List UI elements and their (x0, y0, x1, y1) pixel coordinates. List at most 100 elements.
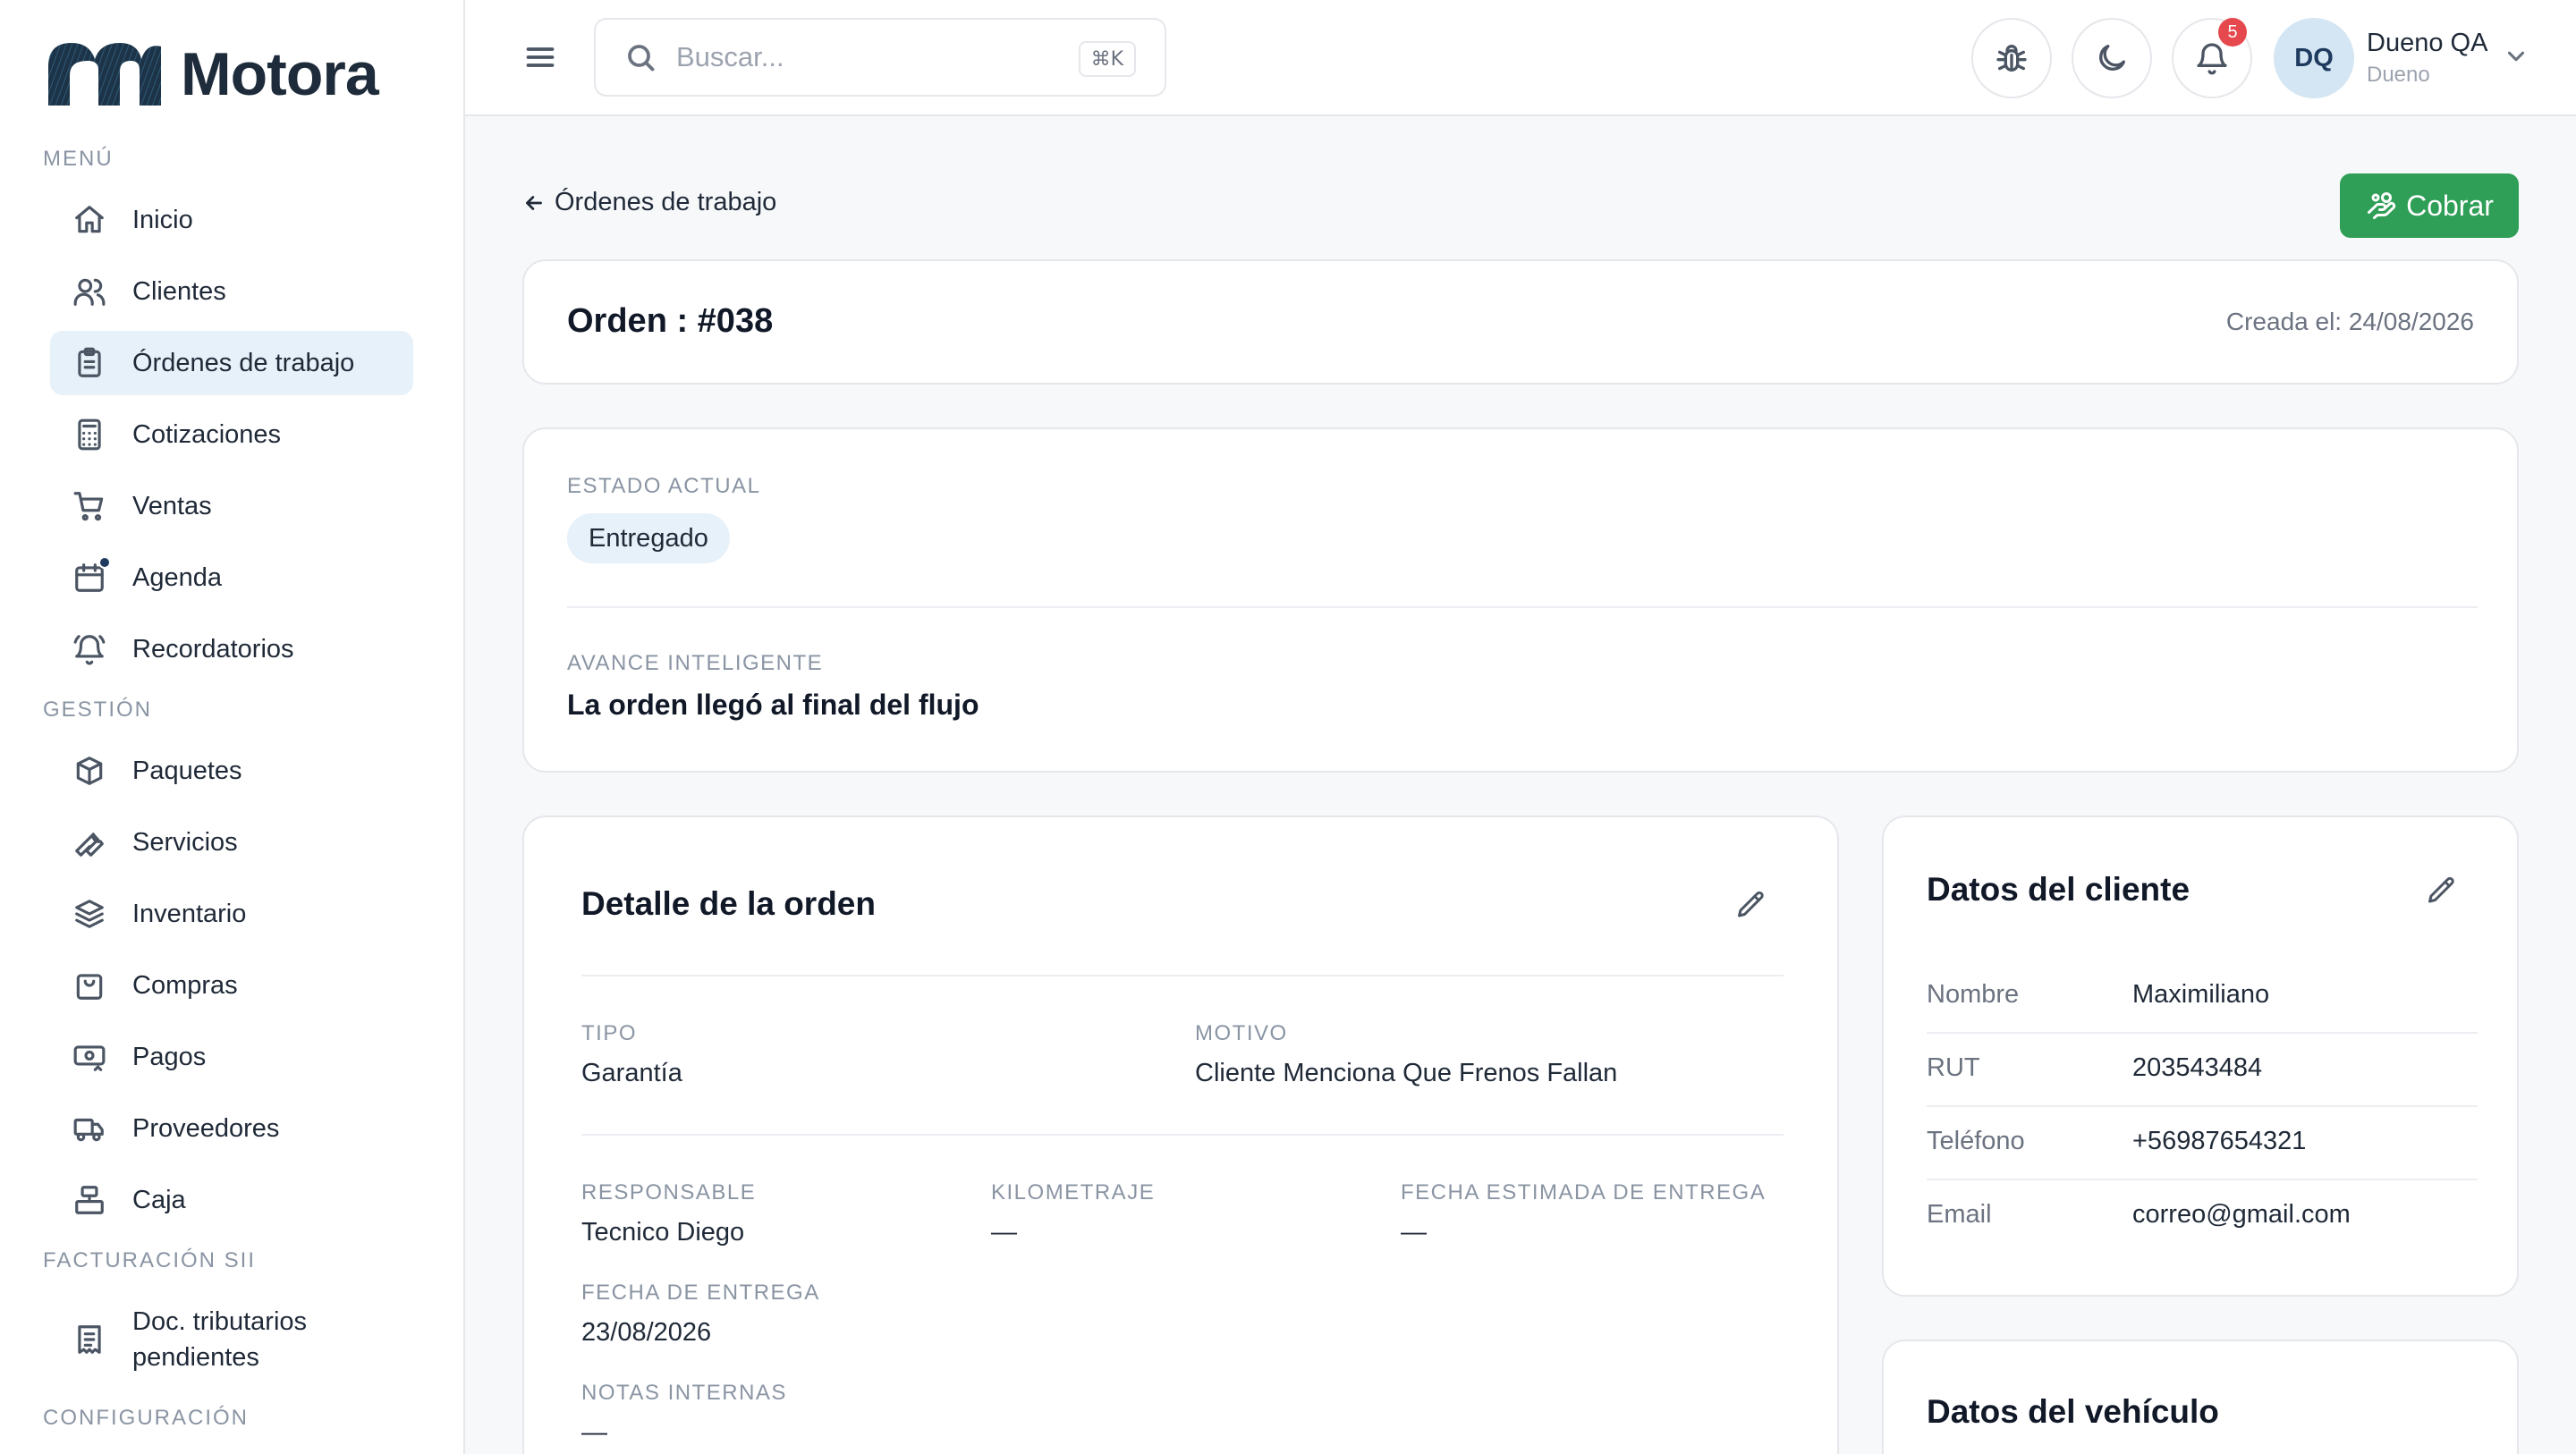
sidebar-item-inventario[interactable]: Inventario (50, 882, 413, 946)
sidebar-item-label: Compras (132, 971, 238, 1000)
boxes-icon (72, 896, 107, 932)
notifications-button[interactable]: 5 (2172, 18, 2252, 98)
edit-detail-button[interactable] (1735, 889, 1767, 921)
bell-ring-icon (72, 631, 107, 667)
responsable-label: RESPONSABLE (581, 1180, 757, 1205)
agenda-indicator-dot (98, 556, 111, 569)
shopping-bag-icon (72, 968, 107, 1003)
motora-logo-icon (48, 43, 161, 106)
arrow-left-icon (526, 195, 542, 210)
sidebar-item-label: Servicios (132, 828, 238, 857)
sidebar-item-label: Proveedores (132, 1114, 280, 1143)
theme-toggle-button[interactable] (2072, 18, 2152, 98)
vehicle-card-title: Datos del vehículo (1927, 1393, 2219, 1430)
menu-toggle-button[interactable] (524, 41, 556, 73)
tipo-label: TIPO (581, 1021, 638, 1045)
client-row-value: +56987654321 (2132, 1127, 2307, 1155)
sidebar-item-doc-tributarios[interactable]: Doc. tributarios pendientes (50, 1297, 413, 1382)
user-role: Dueno (2367, 63, 2430, 87)
sidebar-item-label: Caja (132, 1186, 186, 1214)
sidebar-item-label: Pagos (132, 1043, 207, 1071)
back-to-orders-link[interactable]: Órdenes de trabajo (522, 188, 776, 217)
order-title: Orden : #038 (567, 302, 774, 340)
notas-label: NOTAS INTERNAS (581, 1381, 787, 1405)
responsable-value: Tecnico Diego (581, 1218, 745, 1247)
bell-icon (2197, 43, 2227, 75)
chevron-down-icon (2507, 51, 2525, 62)
user-avatar[interactable]: DQ (2274, 18, 2354, 98)
sidebar-item-label: Doc. tributarios pendientes (132, 1307, 308, 1372)
hand-coins-icon (2368, 192, 2396, 219)
client-data-card: Datos del cliente Nombre Maximiliano RUT… (1882, 816, 2519, 1297)
client-row-value: Maximiliano (2132, 980, 2270, 1009)
detail-card-title: Detalle de la orden (581, 885, 876, 922)
detail-divider-top (581, 975, 1784, 976)
user-menu-toggle[interactable] (2503, 43, 2529, 70)
client-row-value: correo@gmail.com (2132, 1200, 2351, 1229)
order-header-card: Orden : #038 Creada el: 24/08/2026 (522, 259, 2519, 385)
user-name[interactable]: Dueno QA (2367, 29, 2487, 58)
sidebar-item-proveedores[interactable]: Proveedores (50, 1096, 413, 1161)
sidebar-item-caja[interactable]: Caja (50, 1168, 413, 1232)
client-row-label: RUT (1927, 1053, 1980, 1082)
client-row-value: 203543484 (2132, 1053, 2263, 1082)
calendar-icon (72, 556, 111, 596)
client-row-label: Email (1927, 1200, 1992, 1229)
sidebar-item-ventas[interactable]: Ventas (50, 474, 413, 538)
client-row-divider (1927, 1179, 2478, 1180)
truck-icon (72, 1111, 107, 1146)
sidebar-item-paquetes[interactable]: Paquetes (50, 739, 413, 803)
client-row-label: Teléfono (1927, 1127, 2025, 1155)
motivo-label: MOTIVO (1195, 1021, 1288, 1045)
package-icon (72, 753, 107, 789)
brand-logo[interactable]: Motora (45, 39, 379, 109)
fecha-entrega-value: 23/08/2026 (581, 1318, 712, 1347)
status-badge: Entregado (567, 513, 730, 563)
pencil-icon (1738, 891, 1764, 917)
sidebar-item-label: Clientes (132, 277, 226, 306)
client-row-label: Nombre (1927, 980, 2020, 1009)
wrench-icon (72, 824, 107, 860)
bug-report-button[interactable] (1971, 18, 2052, 98)
users-icon (72, 274, 107, 309)
sidebar-item-label: Paquetes (132, 757, 242, 785)
moon-icon (2099, 45, 2125, 71)
detail-divider-middle (581, 1134, 1784, 1136)
tipo-value: Garantía (581, 1059, 682, 1087)
section-label-configuracion: CONFIGURACIÓN (43, 1406, 249, 1430)
sidebar-item-recordatorios[interactable]: Recordatorios (50, 617, 413, 681)
sidebar-item-cotizaciones[interactable]: Cotizaciones (50, 402, 413, 467)
sidebar-item-servicios[interactable]: Servicios (50, 810, 413, 875)
sidebar-item-agenda[interactable]: Agenda (50, 545, 413, 610)
sidebar-item-label: Inicio (132, 206, 193, 234)
sidebar-item-pagos[interactable]: Pagos (50, 1025, 413, 1089)
progress-label: AVANCE INTELIGENTE (567, 651, 824, 675)
status-label: ESTADO ACTUAL (567, 474, 761, 498)
search-input[interactable] (676, 41, 1052, 73)
receipt-icon (72, 1322, 107, 1357)
hamburger-icon (526, 47, 555, 67)
sidebar: Motora MENÚ Inicio Clientes Órdenes de t… (0, 0, 465, 1454)
section-label-gestion: GESTIÓN (43, 697, 153, 722)
cart-icon (72, 488, 107, 524)
payments-icon (72, 1039, 107, 1075)
fecha-estimada-label: FECHA ESTIMADA DE ENTREGA (1401, 1180, 1767, 1205)
order-detail-card: Detalle de la orden TIPO Garantía MOTIVO… (522, 816, 1839, 1454)
sidebar-item-clientes[interactable]: Clientes (50, 259, 413, 324)
notifications-badge: 5 (2218, 18, 2247, 46)
fecha-entrega-label: FECHA DE ENTREGA (581, 1281, 820, 1305)
client-card-title: Datos del cliente (1927, 871, 2190, 908)
edit-client-button[interactable] (2426, 875, 2458, 907)
charge-button[interactable]: Cobrar (2340, 173, 2519, 238)
section-label-facturacion: FACTURACIÓN SII (43, 1248, 257, 1272)
sidebar-item-label: Ventas (132, 492, 212, 520)
back-link-label: Órdenes de trabajo (555, 188, 777, 216)
kilometraje-label: KILOMETRAJE (991, 1180, 1156, 1205)
sidebar-item-inicio[interactable]: Inicio (50, 188, 413, 252)
top-header: ⌘K 5 DQ Dueno QA Dueno (465, 0, 2576, 116)
client-row-divider (1927, 1032, 2478, 1034)
sidebar-item-compras[interactable]: Compras (50, 953, 413, 1018)
sidebar-item-ordenes[interactable]: Órdenes de trabajo (50, 331, 413, 395)
search-shortcut-hint: ⌘K (1078, 41, 1136, 77)
search-box[interactable]: ⌘K (594, 18, 1166, 97)
